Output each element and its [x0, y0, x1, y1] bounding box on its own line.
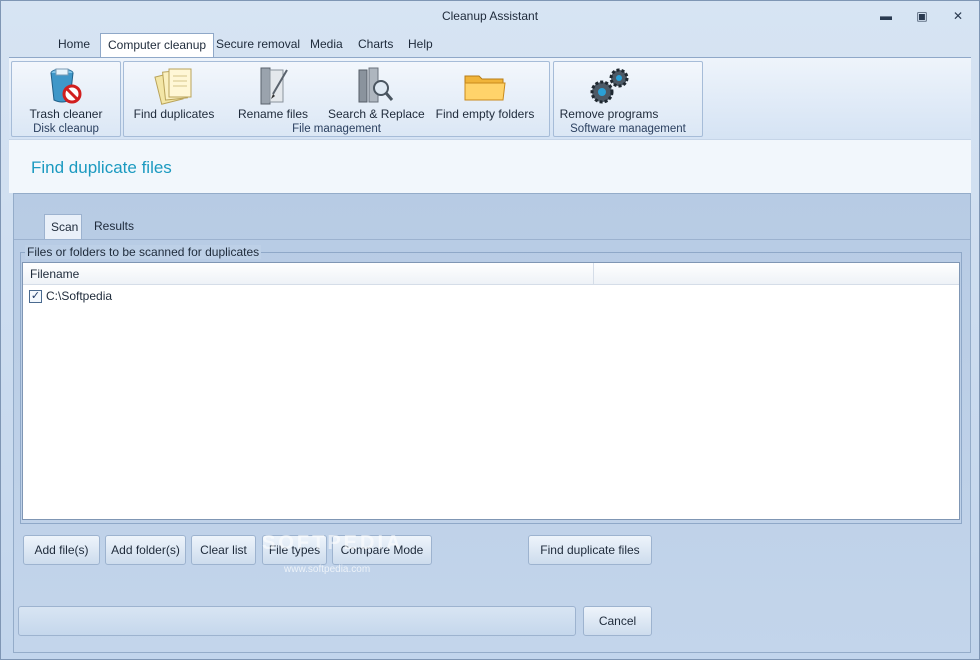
remove-programs-button[interactable]: Remove programs [558, 64, 660, 122]
list-item[interactable]: ✓ C:\Softpedia [23, 287, 959, 305]
search-replace-button[interactable]: Search & Replace [328, 64, 425, 122]
scan-targets-list[interactable]: Filename ✓ C:\Softpedia [22, 262, 960, 520]
watermark-url: www.softpedia.com [284, 564, 371, 575]
menu-bar: Home Computer cleanup Secure removal Med… [9, 33, 971, 57]
group-label-file-management: File management [292, 123, 381, 135]
trash-cleaner-label: Trash cleaner [29, 107, 103, 121]
menu-help[interactable]: Help [401, 33, 440, 57]
title-bar: Cleanup Assistant ▬ ▣ ✕ [1, 1, 979, 31]
group-label-disk-cleanup: Disk cleanup [33, 123, 99, 135]
add-folders-button[interactable]: Add folder(s) [105, 535, 186, 565]
window-title: Cleanup Assistant [441, 9, 539, 23]
trash-cleaner-button[interactable]: Trash cleaner [14, 64, 118, 122]
page-title: Find duplicate files [31, 158, 172, 177]
find-empty-folders-label: Find empty folders [435, 107, 535, 121]
find-duplicate-files-button[interactable]: Find duplicate files [528, 535, 652, 565]
group-label-software-management: Software management [570, 123, 686, 135]
gears-icon [590, 68, 629, 104]
rename-files-button[interactable]: Rename files [232, 64, 314, 122]
tab-divider [14, 239, 970, 240]
folder-icon [464, 75, 506, 101]
trash-cleaner-icon [50, 68, 82, 104]
column-header-filename[interactable]: Filename [23, 263, 594, 285]
maximize-icon: ▣ [916, 9, 928, 23]
search-replace-label: Search & Replace [328, 107, 425, 121]
scan-panel: Scan Results Files or folders to be scan… [13, 193, 971, 653]
progress-bar [18, 606, 576, 636]
cancel-button[interactable]: Cancel [583, 606, 652, 636]
list-header: Filename [23, 263, 959, 285]
remove-programs-label: Remove programs [559, 107, 659, 121]
close-icon: ✕ [952, 9, 964, 23]
minimize-icon: ▬ [880, 9, 892, 23]
rename-icon [260, 67, 288, 105]
maximize-button[interactable]: ▣ [909, 7, 935, 25]
row-checkbox[interactable]: ✓ [29, 290, 42, 303]
page-header: Find duplicate files [9, 139, 971, 193]
tab-results[interactable]: Results [88, 214, 138, 240]
scan-targets-legend: Files or folders to be scanned for dupli… [25, 245, 262, 259]
minimize-button[interactable]: ▬ [873, 7, 899, 25]
find-duplicates-label: Find duplicates [133, 107, 215, 121]
tab-scan[interactable]: Scan [44, 214, 82, 240]
find-empty-folders-button[interactable]: Find empty folders [430, 64, 540, 122]
group-file-management: Find duplicates Rename files Search & Re… [123, 61, 550, 137]
group-software-management: Remove programs Software management [553, 61, 703, 137]
find-duplicates-button[interactable]: Find duplicates [132, 64, 216, 122]
column-header-blank[interactable] [595, 263, 959, 285]
menu-computer-cleanup[interactable]: Computer cleanup [100, 33, 215, 57]
compare-mode-button[interactable]: Compare Mode [332, 535, 432, 565]
row-filename: C:\Softpedia [46, 289, 113, 303]
documents-icon [154, 68, 192, 105]
ribbon: Trash cleaner Disk cleanup Find duplicat… [9, 57, 971, 139]
menu-secure-removal[interactable]: Secure removal [209, 33, 307, 57]
rename-files-label: Rename files [237, 107, 309, 121]
menu-home[interactable]: Home [51, 33, 97, 57]
menu-charts[interactable]: Charts [351, 33, 400, 57]
clear-list-button[interactable]: Clear list [191, 535, 256, 565]
app-window: Cleanup Assistant ▬ ▣ ✕ Home Computer cl… [0, 0, 980, 660]
add-files-button[interactable]: Add file(s) [23, 535, 100, 565]
file-types-button[interactable]: File types [262, 535, 327, 565]
menu-media[interactable]: Media [303, 33, 350, 57]
group-disk-cleanup: Trash cleaner Disk cleanup [11, 61, 121, 137]
search-replace-icon [358, 67, 394, 103]
close-button[interactable]: ✕ [945, 7, 971, 25]
